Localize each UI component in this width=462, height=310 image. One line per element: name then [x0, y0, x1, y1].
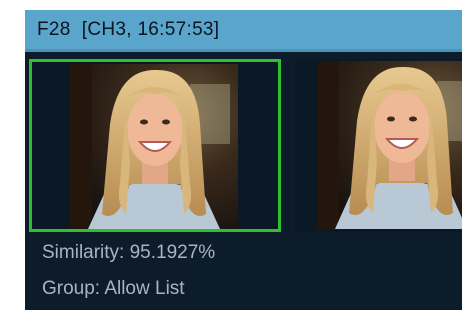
panel-title: F28 [CH3, 16:57:53]: [37, 19, 220, 40]
similarity-text: Similarity: 95.1927%: [42, 242, 216, 263]
face-thumbnail[interactable]: [295, 59, 462, 232]
face-photo: [70, 64, 238, 229]
face-photo: [317, 61, 462, 229]
group-text: Group: Allow List: [42, 278, 185, 299]
face-match-panel: F28 [CH3, 16:57:53] Similarity: 95.1927%…: [25, 10, 462, 310]
panel-header: F28 [CH3, 16:57:53]: [25, 10, 462, 52]
face-thumbnail-selected[interactable]: [29, 59, 281, 232]
